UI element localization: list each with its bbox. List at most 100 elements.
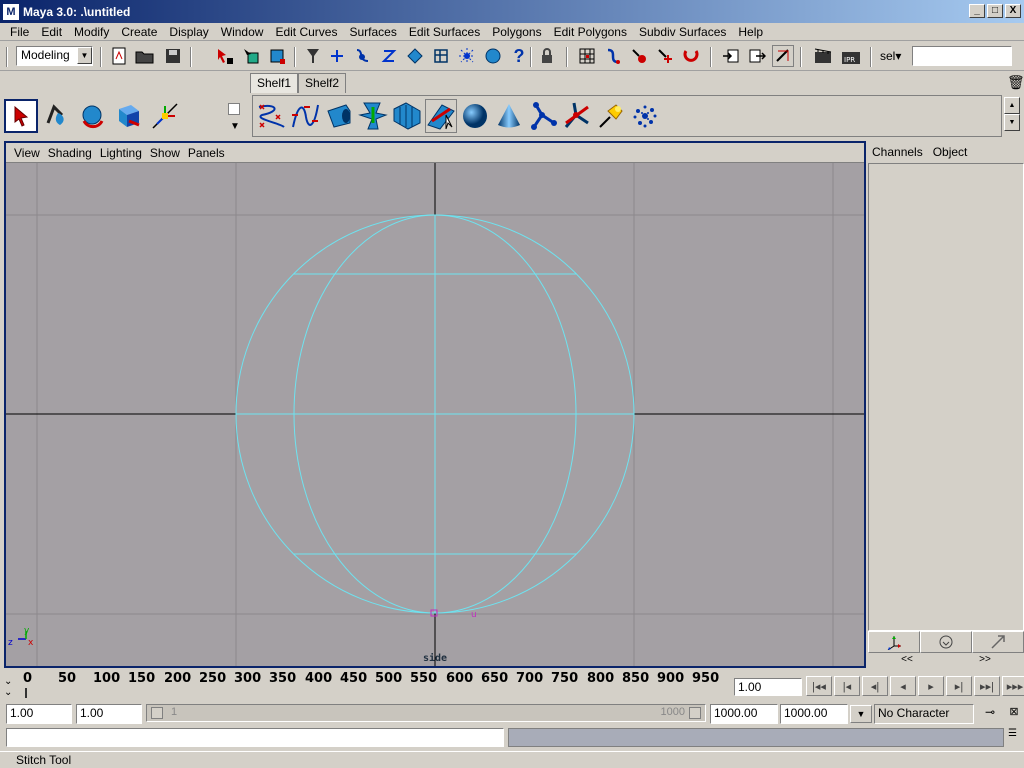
scroll-down-icon[interactable]: ▼ <box>1004 114 1020 131</box>
arrow-icon[interactable] <box>972 631 1024 653</box>
tab-object[interactable]: Object <box>933 145 968 159</box>
collapse-icon[interactable]: ⌄ ⌄ <box>4 676 12 698</box>
playback-start-field[interactable]: 1.00 <box>76 704 142 724</box>
menu-edit-curves[interactable]: Edit Curves <box>269 25 343 39</box>
joint-icon[interactable] <box>527 99 559 133</box>
lock-icon[interactable] <box>536 45 558 67</box>
save-scene-icon[interactable] <box>162 45 184 67</box>
render-settings-icon[interactable] <box>654 45 676 67</box>
side-view-canvas[interactable]: u z y x side <box>6 163 864 666</box>
panel-menu-show[interactable]: Show <box>146 146 184 160</box>
shelf-checkbox[interactable] <box>228 103 240 115</box>
next-layer-button[interactable]: >> <box>946 654 1024 668</box>
loft-icon[interactable] <box>357 99 389 133</box>
start-time-field[interactable]: 1.00 <box>6 704 72 724</box>
open-scene-icon[interactable] <box>134 45 156 67</box>
render-icon[interactable] <box>602 45 624 67</box>
construction-history-icon[interactable] <box>576 45 598 67</box>
menu-polygons[interactable]: Polygons <box>486 25 547 39</box>
output-ops-icon[interactable] <box>746 45 768 67</box>
end-time-field[interactable]: 1000.00 <box>780 704 848 724</box>
input-ops-icon[interactable] <box>720 45 742 67</box>
scale-tool-icon[interactable] <box>112 99 146 133</box>
current-time-marker[interactable] <box>25 688 27 698</box>
go-to-start-button[interactable]: |◂◂ <box>806 676 832 696</box>
menu-modify[interactable]: Modify <box>68 25 115 39</box>
step-back-frame-button[interactable]: ◂| <box>862 676 888 696</box>
minimize-button[interactable]: _ <box>969 4 985 18</box>
stitch-icon[interactable] <box>425 99 457 133</box>
manipulator-tool-icon[interactable] <box>148 99 182 133</box>
history-icon[interactable] <box>482 45 504 67</box>
magnet-icon[interactable] <box>680 45 702 67</box>
revolve-icon[interactable] <box>323 99 355 133</box>
shelf-menu[interactable]: ▼ <box>228 103 246 135</box>
chevron-down-icon[interactable]: ▼ <box>850 705 872 723</box>
quick-selection-input[interactable] <box>912 46 1012 66</box>
attribute-editor-icon[interactable] <box>772 45 794 67</box>
pin-icon[interactable] <box>595 99 627 133</box>
play-forward-button[interactable]: ▸ <box>918 676 944 696</box>
filter-icon[interactable] <box>302 45 324 67</box>
ipr-render-icon[interactable] <box>628 45 650 67</box>
auto-key-icon[interactable]: ⊸ <box>978 705 1002 723</box>
menu-help[interactable]: Help <box>732 25 769 39</box>
menu-surfaces[interactable]: Surfaces <box>343 25 402 39</box>
panel-menu-view[interactable]: View <box>10 146 44 160</box>
menu-display[interactable]: Display <box>163 25 214 39</box>
animation-prefs-icon[interactable]: ⊠ <box>1006 705 1022 723</box>
extrude-icon[interactable] <box>391 99 423 133</box>
close-button[interactable]: X <box>1005 4 1021 18</box>
range-end-handle[interactable] <box>689 707 701 719</box>
tab-shelf2[interactable]: Shelf2 <box>298 73 347 93</box>
sphere-icon[interactable] <box>459 99 491 133</box>
particles-icon[interactable] <box>629 99 661 133</box>
play-backward-button[interactable]: ◂ <box>890 676 916 696</box>
select-hierarchy-icon[interactable] <box>214 45 236 67</box>
shelf-scrollbar[interactable]: ▲ ▼ <box>1004 97 1020 133</box>
tab-channels[interactable]: Channels <box>872 145 923 159</box>
panel-menu-panels[interactable]: Panels <box>184 146 229 160</box>
help-icon[interactable]: ? <box>508 45 530 67</box>
new-scene-icon[interactable] <box>108 45 130 67</box>
menu-edit-surfaces[interactable]: Edit Surfaces <box>403 25 486 39</box>
selection-mode-label[interactable]: sel▾ <box>880 49 901 63</box>
snap-view-icon[interactable] <box>430 45 452 67</box>
select-tool-icon[interactable] <box>4 99 38 133</box>
maximize-button[interactable]: □ <box>987 4 1003 18</box>
scroll-up-icon[interactable]: ▲ <box>1004 97 1020 114</box>
panel-menu-shading[interactable]: Shading <box>44 146 96 160</box>
snap-grid-icon[interactable] <box>326 45 348 67</box>
trash-icon[interactable]: 🗑 <box>1007 74 1024 91</box>
range-start-handle[interactable] <box>151 707 163 719</box>
current-character-field[interactable]: No Character <box>874 704 974 724</box>
snap-live-icon[interactable] <box>456 45 478 67</box>
menu-window[interactable]: Window <box>215 25 270 39</box>
go-to-end-button[interactable]: ▸▸▸ <box>1002 676 1024 696</box>
snap-point-icon[interactable] <box>378 45 400 67</box>
lasso-tool-icon[interactable] <box>40 99 74 133</box>
menu-edit[interactable]: Edit <box>35 25 68 39</box>
menu-create[interactable]: Create <box>115 25 163 39</box>
menu-subdiv-surfaces[interactable]: Subdiv Surfaces <box>633 25 732 39</box>
ipr-icon[interactable]: IPR <box>840 45 862 67</box>
step-forward-key-button[interactable]: ▸▸| <box>974 676 1000 696</box>
time-slider-track[interactable]: 0 50 100 150 200 250 300 350 400 450 500… <box>18 670 732 700</box>
render-view-icon[interactable] <box>812 45 834 67</box>
chevron-down-icon[interactable]: ▼ <box>230 121 246 132</box>
display-layers-icon[interactable] <box>868 631 920 653</box>
step-back-key-button[interactable]: |◂ <box>834 676 860 696</box>
tab-shelf1[interactable]: Shelf1 <box>250 73 299 93</box>
menu-set-dropdown[interactable]: Modeling ▼ <box>16 46 93 66</box>
script-editor-icon[interactable]: ☰ <box>1008 728 1022 747</box>
select-object-icon[interactable] <box>240 45 262 67</box>
snap-curve-icon[interactable] <box>352 45 374 67</box>
range-slider-bar[interactable]: 1 1000 <box>146 704 706 722</box>
ep-curve-icon[interactable] <box>289 99 321 133</box>
rotate-tool-icon[interactable] <box>76 99 110 133</box>
panel-menu-lighting[interactable]: Lighting <box>96 146 146 160</box>
playback-end-field[interactable]: 1000.00 <box>710 704 778 724</box>
select-component-icon[interactable] <box>266 45 288 67</box>
ik-handle-icon[interactable] <box>561 99 593 133</box>
render-layers-icon[interactable] <box>920 631 972 653</box>
